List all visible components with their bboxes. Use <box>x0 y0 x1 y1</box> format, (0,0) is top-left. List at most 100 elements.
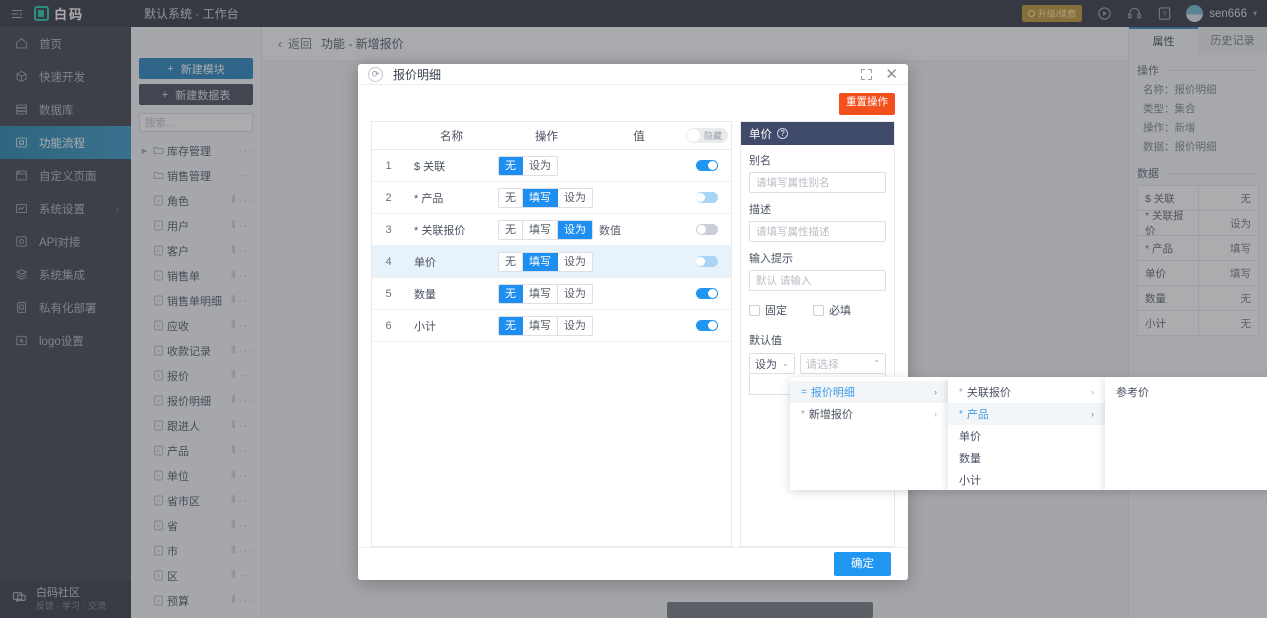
checkbox-icon <box>813 304 824 316</box>
cascader-item-label: 新增报价 <box>808 409 853 421</box>
row-index: 3 <box>385 223 392 236</box>
checkbox-icon <box>749 304 760 316</box>
cascader-item-2-4[interactable]: 数量 <box>948 447 1105 469</box>
fixed-checkbox[interactable]: 固定 <box>749 302 787 318</box>
row-hide-toggle[interactable] <box>696 288 718 300</box>
close-icon[interactable]: ✕ <box>885 67 898 82</box>
row-hide-toggle[interactable] <box>696 224 718 236</box>
operation-option-填写[interactable]: 填写 <box>523 220 558 239</box>
cascader-item-2-3[interactable]: 单价 <box>948 425 1105 447</box>
default-value-select[interactable]: 请选择 ⌃ <box>800 353 886 375</box>
chevron-right-icon: › <box>1091 409 1094 419</box>
row-hide-toggle[interactable] <box>696 256 718 268</box>
cascader-item-2-2[interactable]: * 产品 › <box>948 403 1105 425</box>
cascader-item-1-2[interactable]: * 新增报价 › <box>790 403 948 425</box>
row-operation: 无填写 设为 <box>498 219 595 240</box>
default-value-placeholder: 请选择 <box>806 358 839 371</box>
operation-option-设为[interactable]: 设为 <box>558 284 592 303</box>
property-panel-body: 别名 请填写属性别名 描述 请填写属性描述 输入提示 默认 请输入 固定 必填 … <box>741 145 894 404</box>
confirm-button[interactable]: 确定 <box>834 552 891 577</box>
default-value-label: 默认值 <box>749 335 782 348</box>
description-field[interactable]: 请填写属性描述 <box>749 221 886 243</box>
operation-segmented-control[interactable]: 无填写 设为 <box>498 251 593 272</box>
operation-option-填写[interactable]: 填写 <box>523 252 558 271</box>
value-cascader-menu: = 报价明细 › * 新增报价 › * 关联报价 › * 产品 › 单价 数量 小计 参考价 <box>790 377 1267 490</box>
hide-all-toggle[interactable]: 隐藏 <box>683 128 731 144</box>
table-row[interactable]: 2 * 产品 无填写 设为 <box>372 182 731 215</box>
chevron-right-icon: › <box>934 387 937 397</box>
table-row[interactable]: 3 * 关联报价 无填写 设为 数值 <box>372 214 731 247</box>
row-toggle-cell <box>683 256 731 268</box>
modal-title: 报价明细 <box>393 67 442 82</box>
operation-option-无[interactable]: 无 <box>499 188 523 207</box>
operation-option-无[interactable]: 无 <box>499 252 523 271</box>
cascader-item-3-1[interactable]: 参考价 <box>1105 381 1267 403</box>
operation-segmented-control[interactable]: 无设为 <box>498 155 558 176</box>
row-toggle-cell <box>683 288 731 300</box>
operation-segmented-control[interactable]: 无填写 设为 <box>498 283 593 304</box>
operation-option-无[interactable]: 无 <box>499 316 523 335</box>
refresh-icon[interactable]: ⟳ <box>368 66 383 82</box>
description-placeholder: 请填写属性描述 <box>756 226 830 239</box>
chevron-down-icon: ⌄ <box>782 359 789 369</box>
cascader-item-label: 小计 <box>959 475 981 487</box>
chevron-right-icon: › <box>1091 387 1094 397</box>
row-toggle-cell <box>683 224 731 236</box>
operation-option-设为[interactable]: 设为 <box>558 188 592 207</box>
item-prefix: = <box>801 386 807 398</box>
operation-segmented-control[interactable]: 无填写 设为 <box>498 187 593 208</box>
alias-field[interactable]: 请填写属性别名 <box>749 172 886 194</box>
table-row[interactable]: 5 数量 无填写 设为 <box>372 278 731 311</box>
table-row[interactable]: 4 单价 无填写 设为 <box>372 246 731 279</box>
required-checkbox-label: 必填 <box>829 305 851 318</box>
operation-option-设为[interactable]: 设为 <box>558 220 592 239</box>
table-row[interactable]: 6 小计 无填写 设为 <box>372 310 731 343</box>
row-hide-toggle[interactable] <box>696 192 718 204</box>
default-mode-select[interactable]: 设为 ⌄ <box>749 353 795 375</box>
operation-option-填写[interactable]: 填写 <box>523 188 558 207</box>
operation-option-填写[interactable]: 填写 <box>523 316 558 335</box>
row-value: 数值 <box>599 224 621 237</box>
property-checkboxes: 固定 必填 <box>749 302 886 318</box>
input-hint-field[interactable]: 默认 请输入 <box>749 270 886 292</box>
row-field-name: * 产品 <box>414 192 444 205</box>
item-prefix: * <box>959 408 963 420</box>
cascader-column-2: * 关联报价 › * 产品 › 单价 数量 小计 <box>948 377 1105 490</box>
operation-option-设为[interactable]: 设为 <box>558 316 592 335</box>
field-mapping-table: 名称 操作 值 隐藏 1 $ 关联无设为 2 * 产品无填写 设为 3 * 关联报价无填写设… <box>371 121 732 548</box>
row-field-name: * 关联报价 <box>414 224 466 237</box>
operation-option-设为[interactable]: 设为 <box>523 156 557 175</box>
operation-segmented-control[interactable]: 无填写 设为 <box>498 219 593 240</box>
default-value-row: 设为 ⌄ 请选择 ⌃ <box>749 353 886 375</box>
row-operation: 无填写 设为 <box>498 283 595 304</box>
operation-option-无[interactable]: 无 <box>499 220 523 239</box>
cascader-item-2-1[interactable]: * 关联报价 › <box>948 381 1105 403</box>
required-checkbox[interactable]: 必填 <box>813 302 851 318</box>
operation-segmented-control[interactable]: 无填写 设为 <box>498 315 593 336</box>
row-field-name: 小计 <box>414 320 436 333</box>
reset-button[interactable]: 重置操作 <box>839 93 895 116</box>
cascader-item-label: 关联报价 <box>966 387 1011 399</box>
input-hint-label: 输入提示 <box>749 253 793 266</box>
cascader-item-1-1[interactable]: = 报价明细 › <box>790 381 948 403</box>
row-toggle-cell <box>683 320 731 332</box>
default-mode-value: 设为 <box>755 358 777 371</box>
row-index: 5 <box>385 287 392 300</box>
row-index: 6 <box>385 319 392 332</box>
row-hide-toggle[interactable] <box>696 160 718 172</box>
expand-icon[interactable] <box>861 68 873 80</box>
modal-header-actions: ✕ <box>861 67 898 82</box>
row-index: 4 <box>385 255 392 268</box>
question-icon[interactable]: ? <box>777 128 788 140</box>
table-empty-space <box>372 342 731 548</box>
modal-header: ⟳ 报价明细 ✕ <box>358 64 908 86</box>
row-hide-toggle[interactable] <box>696 320 718 332</box>
row-index: 1 <box>385 159 392 172</box>
operation-option-设为[interactable]: 设为 <box>558 252 592 271</box>
operation-option-无[interactable]: 无 <box>499 156 523 175</box>
table-row[interactable]: 1 $ 关联 无设为 <box>372 150 731 183</box>
col-operation-header: 操作 <box>535 130 558 143</box>
operation-option-填写[interactable]: 填写 <box>523 284 558 303</box>
cascader-item-2-5[interactable]: 小计 <box>948 469 1105 491</box>
operation-option-无[interactable]: 无 <box>499 284 523 303</box>
